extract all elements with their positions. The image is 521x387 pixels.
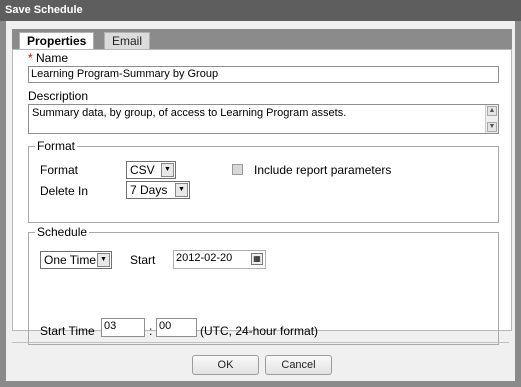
properties-panel: * Name Learning Program-Summary by Group…	[12, 49, 512, 345]
name-input[interactable]: Learning Program-Summary by Group	[28, 66, 499, 83]
start-minute-input[interactable]: 00	[156, 318, 197, 337]
chevron-down-icon[interactable]: ▼	[175, 183, 188, 197]
calendar-icon[interactable]: ▦	[251, 253, 263, 265]
format-label: Format	[40, 163, 79, 177]
chevron-down-icon[interactable]: ▼	[161, 163, 174, 177]
format-legend: Format	[37, 139, 76, 153]
scroll-down-icon[interactable]: ▼	[487, 122, 497, 132]
ok-button[interactable]: OK	[192, 355, 259, 375]
format-value: CSV	[130, 163, 155, 177]
time-format-note: (UTC, 24-hour format)	[200, 324, 319, 338]
include-params-checkbox[interactable]	[232, 164, 243, 175]
scroll-up-icon[interactable]: ▲	[487, 106, 497, 116]
tab-email[interactable]: Email	[104, 32, 151, 49]
footer-divider	[12, 342, 509, 343]
delete-in-value: 7 Days	[130, 183, 168, 197]
frequency-select[interactable]: One Time ▼	[40, 251, 112, 269]
format-select[interactable]: CSV ▼	[126, 161, 176, 179]
delete-in-select[interactable]: 7 Days ▼	[126, 181, 190, 199]
description-textarea[interactable]: Summary data, by group, of access to Lea…	[28, 104, 499, 134]
tab-properties[interactable]: Properties	[19, 32, 95, 49]
name-label-group: * Name	[28, 51, 68, 65]
cancel-button[interactable]: Cancel	[265, 355, 332, 375]
start-date-value: 2012-02-20	[176, 252, 233, 264]
description-scrollbar[interactable]: ▲ ▼	[485, 105, 498, 133]
start-hour-input[interactable]: 03	[101, 318, 145, 337]
tab-strip: Properties Email	[12, 29, 512, 49]
save-schedule-dialog: Save Schedule Properties Email * Name Le…	[0, 0, 521, 387]
frequency-value: One Time	[44, 253, 97, 267]
name-label: Name	[36, 51, 69, 65]
start-time-label: Start Time	[40, 324, 95, 338]
format-fieldset: Format	[28, 139, 499, 223]
description-label: Description	[28, 89, 89, 103]
include-params-label: Include report parameters	[254, 163, 392, 177]
schedule-legend: Schedule	[37, 225, 88, 239]
chevron-down-icon[interactable]: ▼	[97, 253, 110, 267]
required-marker: *	[28, 51, 33, 65]
time-colon: :	[149, 324, 153, 338]
dialog-title: Save Schedule	[0, 0, 521, 21]
description-text: Summary data, by group, of access to Lea…	[32, 107, 347, 119]
delete-in-label: Delete In	[40, 184, 89, 198]
dialog-body: Properties Email * Name Learning Program…	[0, 21, 521, 387]
start-label: Start	[130, 253, 156, 267]
